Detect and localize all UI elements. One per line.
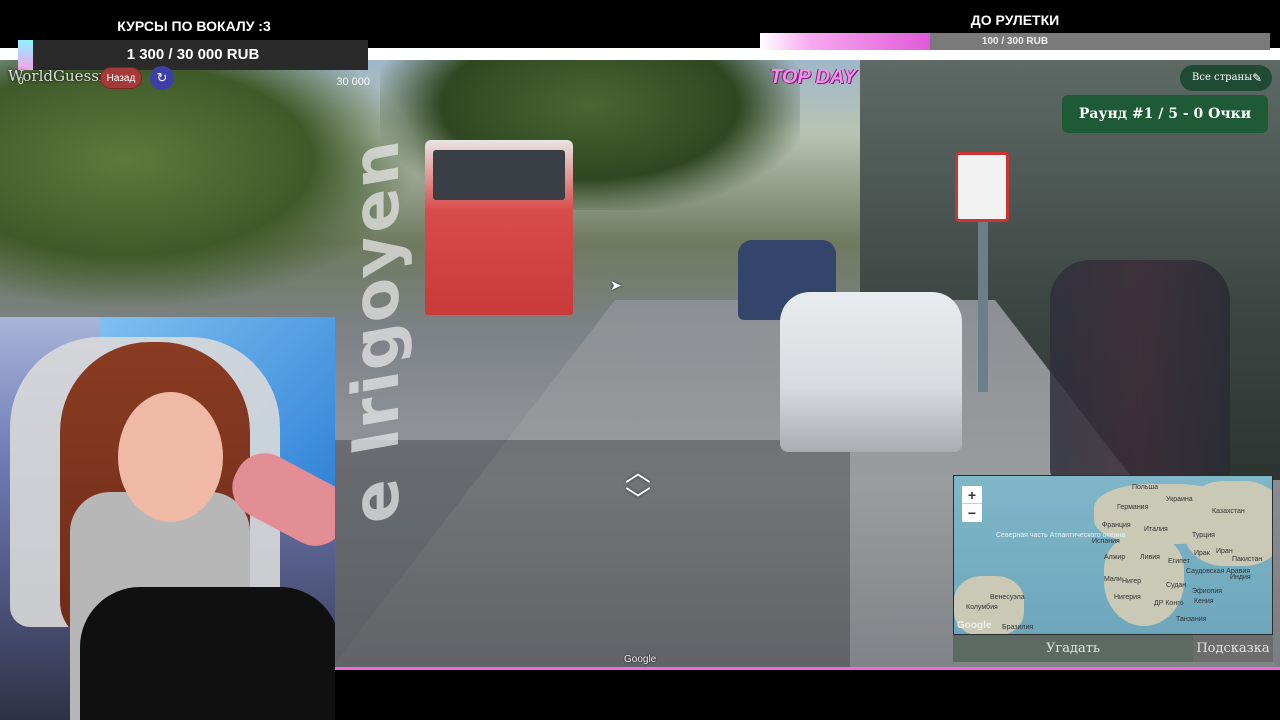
map-country-label: Мали — [1104, 576, 1122, 583]
vocal-goal-amount: 1 300 / 30 000 RUB — [126, 46, 260, 63]
map-country-label: Турция — [1192, 532, 1215, 539]
map-country-label: Пакистан — [1232, 556, 1263, 563]
vocal-goal-title: КУРСЫ ПО ВОКАЛУ :3 — [117, 18, 271, 34]
pedestrians — [1050, 260, 1230, 480]
webcam-streamer-legs — [80, 587, 335, 720]
mouse-cursor-icon: ➤ — [610, 277, 622, 293]
map-ocean-label: Северная часть Атлантического океана — [996, 532, 1126, 539]
map-country-label: Колумбия — [966, 604, 998, 611]
guess-button[interactable]: Угадать — [953, 635, 1193, 662]
map-country-label: Египет — [1168, 558, 1190, 565]
map-country-label: Нигер — [1122, 578, 1142, 585]
worldguessr-logo: WorldGuessr — [8, 67, 107, 85]
bus — [425, 140, 573, 315]
roulette-goal-title: ДО РУЛЕТКИ — [970, 12, 1060, 28]
map-country-label: Индия — [1230, 574, 1251, 581]
webcam-streamer-face — [118, 392, 223, 522]
guess-minimap[interactable]: Северная часть Атлантического океана Пол… — [953, 475, 1273, 635]
map-country-label: Алжир — [1104, 554, 1126, 561]
all-countries-label: Все страны — [1192, 72, 1253, 83]
map-country-label: Польша — [1132, 484, 1159, 491]
chevron-down-icon[interactable]: ﹀ — [612, 487, 664, 513]
map-country-label: Ирак — [1194, 550, 1210, 557]
google-attribution: Google — [624, 654, 657, 665]
map-country-label: Эфиопия — [1192, 588, 1223, 595]
round-counter: Раунд #1 / 5 - 0 Очки — [1062, 95, 1268, 133]
map-country-label: Италия — [1144, 526, 1168, 533]
roulette-goal-progress-bar: 100 / 300 RUB — [760, 33, 1270, 50]
zoom-in-button[interactable]: + — [962, 486, 982, 504]
map-country-label: Украина — [1166, 496, 1193, 503]
pencil-icon: ✎ — [1251, 71, 1262, 85]
vocal-goal-max: 30 000 — [336, 76, 370, 88]
no-parking-sign — [955, 152, 1009, 222]
map-country-label: Испания — [1092, 538, 1120, 545]
back-button[interactable]: Назад — [100, 67, 142, 89]
roulette-goal-amount: 100 / 300 RUB — [981, 36, 1049, 47]
map-country-label: Кения — [1194, 598, 1214, 605]
vocal-goal-progress-bar: 1 300 / 30 000 RUB — [18, 40, 368, 70]
all-countries-button[interactable]: Все страны ✎ — [1180, 65, 1272, 91]
map-google-attribution: Google — [957, 620, 992, 631]
zoom-out-button[interactable]: − — [962, 504, 982, 522]
street-name-marking: e Irigoyen — [340, 133, 414, 530]
chevron-up-icon[interactable]: ︿ — [612, 459, 664, 485]
map-country-label: Нигерия — [1114, 594, 1141, 601]
hint-button[interactable]: Подсказка — [1193, 635, 1273, 662]
bus-window — [433, 150, 565, 200]
sign-pole — [978, 222, 988, 392]
top-day-label: TOP DAY — [770, 66, 857, 88]
map-country-label: Германия — [1117, 504, 1149, 511]
street-view-navigation[interactable]: ︿ ﹀ — [612, 459, 668, 513]
map-country-label: Казахстан — [1212, 508, 1245, 515]
car-white — [780, 292, 962, 452]
map-country-label: Франция — [1102, 522, 1131, 529]
map-country-label: Бразилия — [1002, 624, 1034, 631]
map-country-label: Иран — [1216, 548, 1233, 555]
map-country-label: ДР Конго — [1154, 600, 1184, 607]
map-country-label: Судан — [1166, 582, 1187, 589]
map-country-label: Венесуэла — [990, 594, 1025, 601]
refresh-icon[interactable]: ↻ — [150, 66, 174, 90]
streamer-webcam — [0, 317, 335, 720]
map-country-label: Ливия — [1140, 554, 1160, 561]
map-country-label: Танзания — [1176, 616, 1207, 623]
